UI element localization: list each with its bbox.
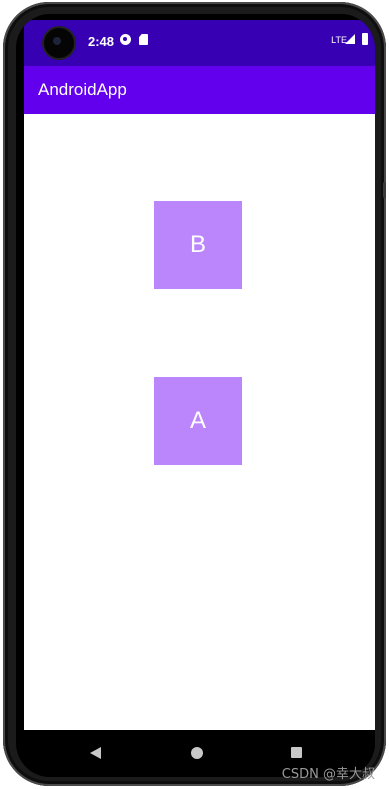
home-icon[interactable] xyxy=(191,747,203,759)
sd-card-icon xyxy=(139,34,148,45)
app-bar: AndroidApp xyxy=(24,66,375,114)
recents-icon[interactable] xyxy=(291,747,302,758)
device-frame: 2:48 LTE AndroidApp B A CSDN @幸大叔 xyxy=(0,0,389,789)
battery-icon xyxy=(362,33,368,45)
app-title: AndroidApp xyxy=(38,80,127,99)
signal-icon xyxy=(345,34,355,44)
status-time: 2:48 xyxy=(88,34,115,49)
main-content: B A xyxy=(24,114,375,730)
back-icon[interactable] xyxy=(90,747,101,759)
screen: 2:48 LTE AndroidApp B A xyxy=(16,14,375,777)
power-button xyxy=(383,182,386,198)
box-a[interactable]: A xyxy=(154,377,242,465)
phone-body: 2:48 LTE AndroidApp B A xyxy=(3,2,386,786)
camera-icon xyxy=(44,28,74,58)
watermark: CSDN @幸大叔 xyxy=(281,767,375,782)
data-saver-icon xyxy=(120,34,131,45)
status-bar: 2:48 LTE xyxy=(24,20,375,66)
box-b[interactable]: B xyxy=(154,201,242,289)
